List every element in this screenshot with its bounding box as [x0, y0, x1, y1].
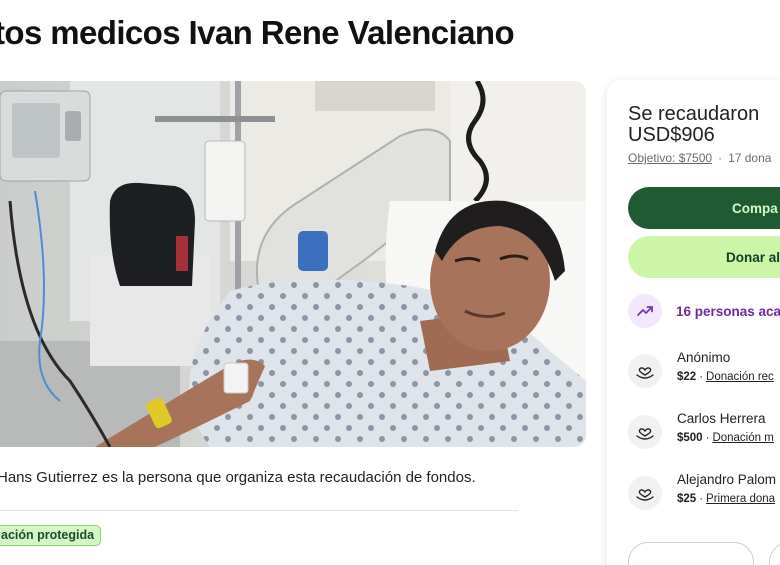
donor-amount: $25 [677, 493, 697, 505]
donations-count: 17 dona [728, 151, 772, 165]
raised-label: Se recaudaron [628, 103, 760, 125]
heart-hand-icon [628, 354, 662, 388]
donor-name: Carlos Herrera [677, 411, 766, 426]
raised-summary: Se recaudaron USD$906 [628, 104, 759, 146]
separator-dot: · [718, 151, 723, 165]
organizer-text: Hans Gutierrez es la persona que organiz… [0, 469, 476, 486]
campaign-title: tos medicos Ivan Rene Valenciano [0, 14, 515, 51]
donor-name: Alejandro Palom [677, 472, 777, 487]
donor-meta: $25 · Primera dona [677, 493, 775, 505]
divider [0, 510, 518, 511]
top-donations-button[interactable] [769, 542, 780, 565]
donation-card: Se recaudaron USD$906 Objetivo: $7500 · 17… [607, 80, 780, 565]
page: tos medicos Ivan Rene Valenciano Hans Gu… [0, 0, 780, 565]
donor-meta: $500 · Donación m [677, 432, 774, 444]
share-button[interactable]: Compa [628, 187, 780, 229]
see-all-button[interactable] [628, 542, 754, 565]
heart-hand-icon [628, 415, 662, 449]
donate-button[interactable]: Donar al [628, 236, 780, 278]
donor-amount: $500 [677, 432, 703, 444]
separator-dot: · [705, 432, 710, 444]
campaign-photo[interactable] [0, 81, 586, 447]
separator-dot: · [699, 493, 704, 505]
donor-meta: $22 · Donación rec [677, 371, 774, 383]
donor-name: Anónimo [677, 350, 731, 365]
donor-amount: $22 [677, 371, 697, 383]
raised-amount: USD$906 [628, 124, 715, 146]
donation-type-link[interactable]: Donación m [712, 432, 773, 444]
donation-type-link[interactable]: Donación rec [706, 371, 774, 383]
goal-row: Objetivo: $7500 · 17 dona [628, 151, 771, 165]
protected-donation-badge: ación protegida [0, 525, 102, 546]
donation-type-link[interactable]: Primera dona [706, 493, 775, 505]
trending-text: 16 personas acal [676, 303, 780, 319]
separator-dot: · [699, 371, 704, 383]
trending-row: 16 personas acal [628, 293, 780, 329]
hospital-photo-illustration [0, 81, 586, 447]
heart-hand-icon [628, 476, 662, 510]
trending-up-icon [628, 294, 662, 328]
goal-link[interactable]: Objetivo: $7500 [628, 151, 712, 165]
